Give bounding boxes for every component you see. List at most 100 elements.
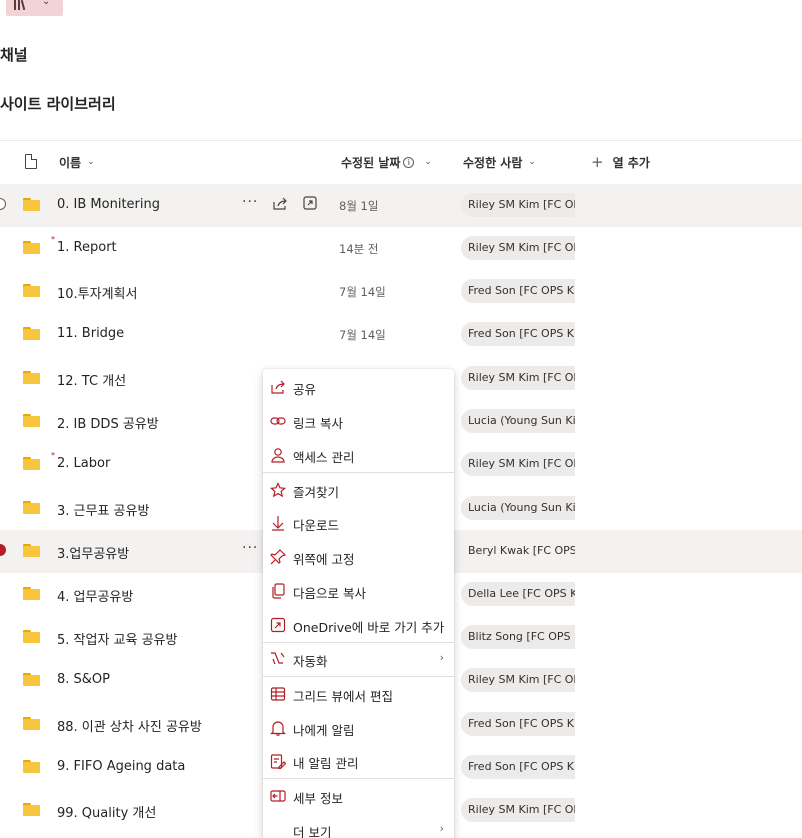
row-name-link[interactable]: 12. TC 개선 — [57, 370, 126, 389]
library-switcher-button[interactable]: ⌄ — [6, 0, 63, 16]
row-modified-by[interactable]: Fred Son [FC OPS KKV — [461, 279, 575, 303]
folder-icon — [23, 327, 40, 340]
plus-icon: + — [591, 153, 604, 171]
row-modified-by[interactable]: Riley SM Kim [FC OPS — [461, 193, 575, 217]
row-modified-by[interactable]: Lucia (Young Sun Kim — [461, 409, 575, 433]
open-in-app-icon[interactable] — [303, 196, 317, 210]
row-modified-by[interactable]: Riley SM Kim [FC OPS — [461, 366, 575, 390]
row-modified-date: 14분 전 — [339, 242, 379, 256]
menu-item-label: 액세스 관리 — [293, 450, 355, 465]
column-header-modified-by[interactable]: 수정한 사람 ⌄ — [463, 150, 536, 174]
add-column-button[interactable]: + 열 추가 — [591, 150, 650, 174]
row-name-link[interactable]: 9. FIFO Ageing data — [57, 759, 185, 774]
menu-item-details[interactable]: 세부 정보 — [263, 780, 454, 812]
more-actions-icon[interactable]: ··· — [242, 194, 258, 210]
row-modified-by[interactable]: Della Lee [FC OPS KKV — [461, 582, 575, 606]
row-name-link[interactable]: 1. Report — [57, 240, 117, 255]
folder-icon — [23, 587, 40, 600]
menu-item-share[interactable]: 공유 — [263, 371, 454, 403]
row-modified-by[interactable]: Fred Son [FC OPS KKV — [461, 322, 575, 346]
column-header-modified-label: 수정된 날짜 — [341, 155, 401, 170]
menu-item-copy-link[interactable]: 링크 복사 — [263, 405, 454, 437]
row-modified-by[interactable]: Fred Son [FC OPS KKV — [461, 712, 575, 736]
row-modified-by[interactable]: Lucia (Young Sun Kim — [461, 496, 575, 520]
grid-icon — [270, 687, 286, 701]
row-modified-by[interactable]: Riley SM Kim [FC OPS — [461, 452, 575, 476]
menu-item-copy-to[interactable]: 다음으로 복사 — [263, 575, 454, 607]
row-name-link[interactable]: 2. Labor — [57, 456, 110, 471]
bell-icon — [270, 721, 286, 736]
folder-icon — [23, 457, 40, 470]
folder-icon — [23, 241, 40, 254]
menu-item-label: OneDrive에 바로 가기 추가 — [293, 620, 445, 635]
row-modified-by[interactable]: Beryl Kwak [FC OPS KI — [461, 539, 575, 563]
info-icon: i — [403, 156, 415, 168]
column-header-name-label: 이름 — [59, 155, 82, 170]
menu-divider — [263, 472, 454, 473]
menu-item-label: 더 보기 — [293, 825, 332, 838]
menu-item-label: 공유 — [293, 382, 317, 397]
column-header-modified[interactable]: 수정된 날짜 i ⌄ — [341, 150, 432, 174]
folder-icon — [23, 717, 40, 730]
share-icon[interactable] — [273, 197, 288, 210]
column-header-modified-by-label: 수정한 사람 — [463, 155, 523, 170]
menu-divider — [263, 676, 454, 677]
chevron-down-icon: ⌄ — [424, 157, 432, 167]
menu-item-alert-me[interactable]: 나에게 알림 — [263, 712, 454, 744]
row-modified-date: 8월 1일 — [339, 199, 379, 213]
row-name-link[interactable]: 5. 작업자 교육 공유방 — [57, 629, 177, 648]
menu-item-manage-alerts[interactable]: 내 알림 관리 — [263, 745, 454, 777]
row-name-link[interactable]: 4. 업무공유방 — [57, 586, 133, 605]
row-name-link[interactable]: 0. IB Monitering — [57, 197, 160, 212]
row-select-radio[interactable] — [0, 544, 6, 556]
row-name-link[interactable]: 99. Quality 개선 — [57, 802, 156, 821]
row-name-link[interactable]: 3.업무공유방 — [57, 543, 129, 562]
menu-item-more[interactable]: 더 보기 › — [263, 814, 454, 838]
row-select-radio[interactable] — [0, 198, 6, 210]
folder-icon — [23, 371, 40, 384]
table-row[interactable]: 11. Bridge 7월 14일 Fred Son [FC OPS KKV — [0, 313, 802, 356]
menu-item-label: 내 알림 관리 — [293, 756, 359, 771]
header-divider — [0, 140, 802, 141]
row-modified-date: 7월 14일 — [339, 328, 386, 342]
edit-note-icon — [270, 754, 286, 769]
menu-item-manage-access[interactable]: 액세스 관리 — [263, 439, 454, 471]
row-name-link[interactable]: 11. Bridge — [57, 326, 124, 341]
table-row[interactable]: * 1. Report 14분 전 Riley SM Kim [FC OPS — [0, 227, 802, 270]
menu-item-download[interactable]: 다운로드 — [263, 507, 454, 539]
row-name-link[interactable]: 3. 근무표 공유방 — [57, 500, 149, 519]
row-modified-by[interactable]: Fred Son [FC OPS KKV — [461, 755, 575, 779]
menu-item-grid-edit[interactable]: 그리드 뷰에서 편집 — [263, 678, 454, 710]
row-name-link[interactable]: 10.투자계획서 — [57, 283, 137, 302]
flow-icon — [271, 652, 285, 665]
menu-item-automate[interactable]: 자동화 › — [263, 643, 454, 675]
chevron-down-icon: ⌄ — [87, 157, 95, 167]
menu-item-favorite[interactable]: 즐겨찾기 — [263, 474, 454, 506]
row-modified-by[interactable]: Blitz Song [FC OPS IN — [461, 625, 575, 649]
person-icon — [271, 448, 285, 463]
row-name-link[interactable]: 88. 이관 상차 사진 공유방 — [57, 716, 202, 735]
row-modified-by[interactable]: Riley SM Kim [FC OPS — [461, 236, 575, 260]
column-header-name[interactable]: 이름 ⌄ — [59, 150, 95, 174]
menu-item-pin-top[interactable]: 위쪽에 고정 — [263, 541, 454, 573]
open-in-app-icon — [270, 617, 286, 633]
row-modified-by[interactable]: Riley SM Kim [FC OPS — [461, 668, 575, 692]
library-title: 사이트 라이브러리 — [0, 95, 116, 113]
folder-icon — [23, 284, 40, 297]
menu-item-label: 링크 복사 — [293, 416, 343, 431]
menu-item-onedrive-shortcut[interactable]: OneDrive에 바로 가기 추가 — [263, 609, 454, 641]
row-name-link[interactable]: 8. S&OP — [57, 672, 110, 687]
file-type-icon[interactable] — [25, 154, 37, 169]
new-item-icon: * — [51, 451, 55, 460]
row-modified-by[interactable]: Riley SM Kim [FC OPS — [461, 798, 575, 822]
folder-icon — [23, 198, 40, 211]
table-row[interactable]: 10.투자계획서 7월 14일 Fred Son [FC OPS KKV — [0, 270, 802, 313]
more-actions-icon[interactable]: ··· — [242, 540, 258, 556]
star-icon — [270, 482, 286, 498]
table-row[interactable]: 0. IB Monitering ··· 8월 1일 Riley SM Kim … — [0, 184, 802, 227]
add-column-label: 열 추가 — [612, 155, 650, 170]
pin-icon — [270, 549, 286, 565]
share-icon — [271, 380, 285, 394]
row-name-link[interactable]: 2. IB DDS 공유방 — [57, 413, 159, 432]
chevron-down-icon: ⌄ — [528, 157, 536, 167]
